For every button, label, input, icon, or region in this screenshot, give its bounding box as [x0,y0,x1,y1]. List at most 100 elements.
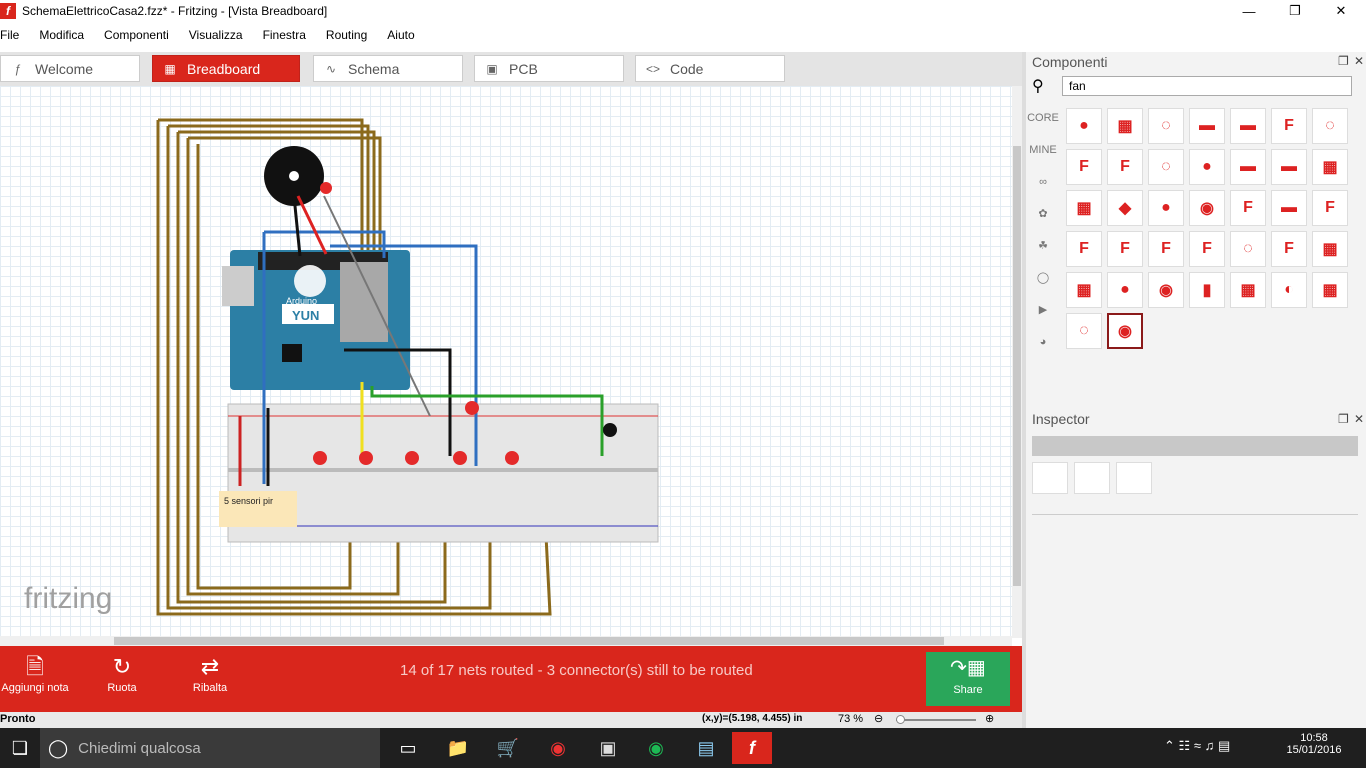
menu-bar: File Modifica Componenti Visualizza Fine… [0,24,1366,46]
led-part-icon[interactable]: ◌ [1312,108,1348,144]
seven-segment-part-icon[interactable]: F [1230,190,1266,226]
matrix-part-icon[interactable]: ▦ [1312,149,1348,185]
menu-aiuto[interactable]: Aiuto [387,28,414,42]
maximize-button[interactable]: ❐ [1272,0,1318,22]
file-explorer-button[interactable]: 📁 [438,732,478,764]
close-panel-icon[interactable]: ✕ [1354,412,1364,426]
chevron-up-icon[interactable]: ⌃ [1164,738,1175,753]
seven-segment-part-icon[interactable]: F [1107,149,1143,185]
zoom-slider-handle[interactable] [896,715,905,724]
led-part-icon[interactable]: ◌ [1230,231,1266,267]
flip-button[interactable]: ⇄ Ribalta [188,652,232,694]
bin-core[interactable]: CORE [1026,102,1060,134]
fritzing-taskbar-button[interactable]: f [732,732,772,764]
menu-componenti[interactable]: Componenti [104,28,169,42]
volume-icon[interactable]: ♫ [1205,738,1215,753]
tab-welcome[interactable]: ƒ Welcome [0,55,140,82]
seven-segment-part-icon[interactable]: F [1189,231,1225,267]
maps-button[interactable]: ▤ [686,732,726,764]
share-button[interactable]: ↷▦ Share [926,652,1010,706]
led-part-icon[interactable]: ◉ [1107,313,1143,349]
ic-part-icon[interactable]: ▬ [1230,108,1266,144]
parts-search-input[interactable] [1062,76,1352,96]
ic-part-icon[interactable]: ▬ [1271,149,1307,185]
fritzing-watermark: fritzing [24,582,112,615]
board-part-icon[interactable]: ▦ [1107,108,1143,144]
sensor-part-icon[interactable]: ● [1066,108,1102,144]
bin-mine[interactable]: MINE [1026,134,1060,166]
led-part-icon[interactable]: ◌ [1066,313,1102,349]
seven-segment-part-icon[interactable]: F [1107,231,1143,267]
ic-part-icon[interactable]: ▬ [1189,108,1225,144]
tab-code[interactable]: <> Code [635,55,785,82]
add-note-button[interactable]: 🗎 Aggiungi nota [0,652,70,694]
battery-icon[interactable]: ☷ [1179,738,1191,753]
servo-part-icon[interactable]: ◐ [1271,272,1307,308]
matrix-part-icon[interactable]: ▦ [1312,272,1348,308]
close-panel-icon[interactable]: ✕ [1354,54,1364,68]
potentiometer-part-icon[interactable]: ◉ [1148,272,1184,308]
ic-part-icon[interactable]: ▬ [1230,149,1266,185]
notifications-icon[interactable]: ▤ [1218,738,1230,753]
led-part-icon[interactable]: ◌ [1148,108,1184,144]
seven-segment-part-icon[interactable]: F [1148,231,1184,267]
task-view-button[interactable]: ▭ [388,732,428,764]
menu-finestra[interactable]: Finestra [263,28,306,42]
sparkfun-bin-icon[interactable]: ✿ [1026,198,1060,230]
seven-segment-part-icon[interactable]: F [1066,231,1102,267]
tab-breadboard[interactable]: ▦ Breadboard [152,55,300,82]
menu-modifica[interactable]: Modifica [39,28,84,42]
board-part-icon[interactable]: ▦ [1230,272,1266,308]
zoom-out-icon[interactable]: ⊖ [874,712,883,725]
scroll-thumb[interactable] [1013,146,1021,586]
intel-bin-icon[interactable]: ◯ [1026,262,1060,294]
store-button[interactable]: 🛒 [488,732,528,764]
board-part-icon[interactable]: ◆ [1107,190,1143,226]
start-button[interactable]: ❏ [0,732,40,764]
led-part-icon[interactable]: ◌ [1148,149,1184,185]
seven-segment-part-icon[interactable]: F [1312,190,1348,226]
app-button[interactable]: ▣ [588,732,628,764]
seven-segment-part-icon[interactable]: F [1271,231,1307,267]
board-part-icon[interactable]: ▦ [1066,272,1102,308]
minimize-button[interactable]: — [1226,0,1272,22]
inspector-view-schematic [1074,462,1110,494]
clock[interactable]: 10:58 15/01/2016 [1284,732,1344,756]
transistor-part-icon[interactable]: ● [1148,190,1184,226]
canvas-horizontal-scrollbar[interactable] [0,636,1012,646]
capacitor-part-icon[interactable]: ▮ [1189,272,1225,308]
zoom-in-icon[interactable]: ⊕ [985,712,994,725]
header-part-icon[interactable]: ▬ [1271,190,1307,226]
taskbar-search[interactable]: ◯ Chiedimi qualcosa [40,728,380,768]
breadboard-canvas[interactable]: 5 sensori pir fritzing Arduino YUN [0,86,1012,638]
led-part-icon[interactable]: ● [1107,272,1143,308]
wifi-icon[interactable]: ≈ [1194,738,1201,753]
rotate-button[interactable]: ↻ Ruota [100,652,144,694]
seven-segment-part-icon[interactable]: F [1066,149,1102,185]
float-panel-icon[interactable]: ❐ [1338,412,1349,426]
led-part-icon[interactable]: ◉ [1189,190,1225,226]
play-bin-icon[interactable]: ▶ [1026,294,1060,326]
menu-routing[interactable]: Routing [326,28,367,42]
menu-file[interactable]: File [0,28,19,42]
menu-visualizza[interactable]: Visualizza [189,28,243,42]
canvas-vertical-scrollbar[interactable] [1012,86,1022,638]
tray-icons[interactable]: ⌃ ☷ ≈ ♫ ▤ [1164,738,1230,754]
float-panel-icon[interactable]: ❐ [1338,54,1349,68]
tab-pcb[interactable]: ▣ PCB [474,55,624,82]
board-part-icon[interactable]: ▦ [1066,190,1102,226]
inspector-view-pcb [1116,462,1152,494]
view-tab-bar: ƒ Welcome ▦ Breadboard ∿ Schema ▣ PCB <> Code [0,52,1022,86]
transistor-part-icon[interactable]: ● [1189,149,1225,185]
seven-segment-part-icon[interactable]: F [1271,108,1307,144]
zoom-slider[interactable] [896,719,976,721]
tab-schema[interactable]: ∿ Schema [313,55,463,82]
snootlab-bin-icon[interactable]: ◕ [1026,326,1060,358]
seeed-bin-icon[interactable]: ☘ [1026,230,1060,262]
spotify-button[interactable]: ◉ [636,732,676,764]
matrix-part-icon[interactable]: ▦ [1312,231,1348,267]
close-button[interactable]: ✕ [1318,0,1364,22]
arduino-bin-icon[interactable]: ∞ [1026,166,1060,198]
chrome-button[interactable]: ◉ [538,732,578,764]
scroll-thumb[interactable] [114,637,944,645]
